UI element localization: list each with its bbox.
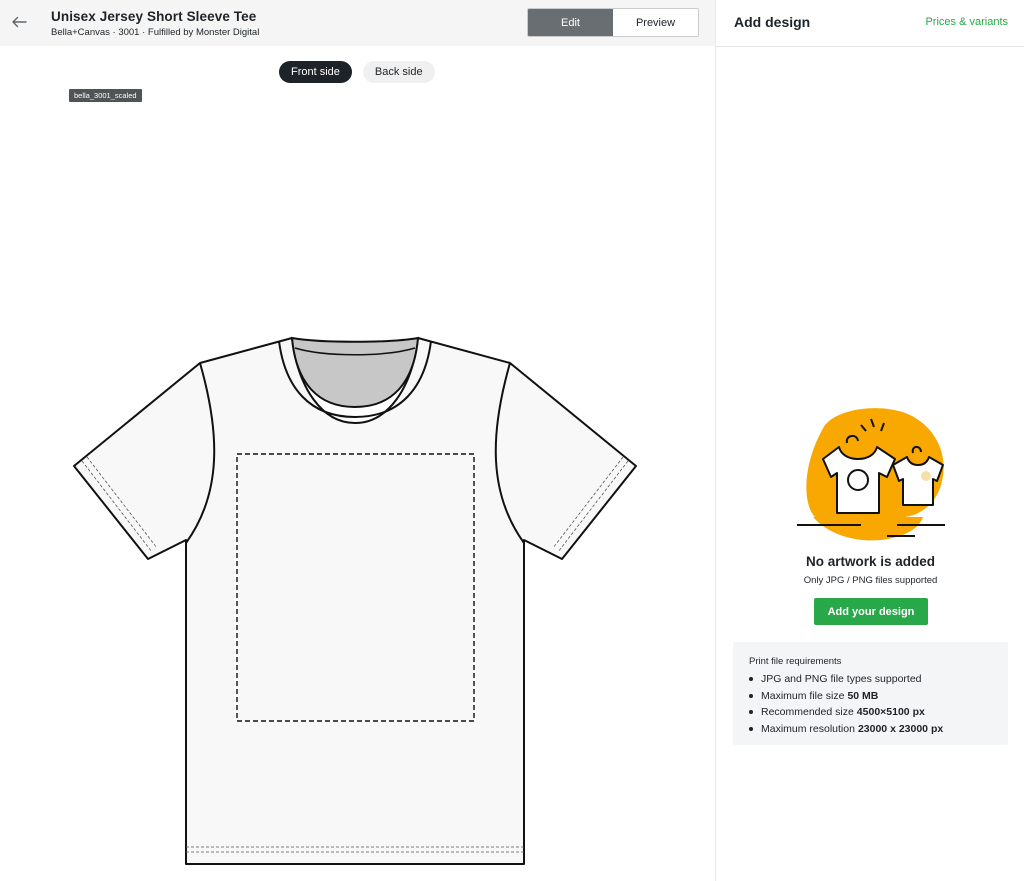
preview-button[interactable]: Preview [613,9,698,36]
product-subtitle: Bella+Canvas · 3001 · Fulfilled by Monst… [51,27,260,38]
product-title: Unisex Jersey Short Sleeve Tee [51,9,257,24]
bullet-icon [749,726,753,731]
back-button[interactable] [8,10,30,34]
tab-front-side[interactable]: Front side [279,61,352,83]
editor-area: Unisex Jersey Short Sleeve Tee Bella+Can… [0,0,715,881]
requirement-text: Recommended size [761,706,854,718]
requirement-value: 4500×5100 px [856,706,925,718]
list-item: Recommended size 4500×5100 px [749,704,992,721]
add-design-panel: Add design Prices & variants No artwork … [715,0,1024,881]
list-item: JPG and PNG file types supported [749,671,992,688]
requirement-text: Maximum resolution [761,722,855,735]
side-tabs: Front side Back side [279,61,435,83]
empty-state-title: No artwork is added [805,554,936,569]
bullet-icon [749,710,753,715]
panel-title: Add design [734,14,811,30]
top-bar: Unisex Jersey Short Sleeve Tee Bella+Can… [0,0,715,46]
list-item: Maximum resolution 23000 x 23000 px [749,721,992,738]
requirements-list: JPG and PNG file types supported Maximum… [749,671,992,737]
add-your-design-button[interactable]: Add your design [814,598,928,625]
requirements-title: Print file requirements [749,656,842,667]
mode-toggle: Edit Preview [527,8,699,37]
bullet-icon [749,677,753,682]
t-shirts-on-hangers-icon [797,408,945,541]
image-label-tooltip: bella_3001_scaled [69,89,142,102]
tab-back-side[interactable]: Back side [362,61,435,83]
panel-header: Add design Prices & variants [716,0,1024,47]
prices-variants-link[interactable]: Prices & variants [925,16,1008,28]
empty-state-subtitle: Only JPG / PNG files supported [803,575,938,586]
requirement-value: 23000 x 23000 px [857,722,944,735]
requirement-text: JPG and PNG file types supported [761,673,922,685]
requirement-text: Maximum file size [761,689,845,702]
edit-button[interactable]: Edit [528,9,613,36]
t-shirt-mockup-icon [73,336,637,865]
bullet-icon [749,693,753,698]
list-item: Maximum file size 50 MB [749,688,992,705]
arrow-left-icon [12,16,27,28]
print-file-requirements: Print file requirements JPG and PNG file… [733,642,1008,745]
requirement-value: 50 MB [847,689,879,702]
